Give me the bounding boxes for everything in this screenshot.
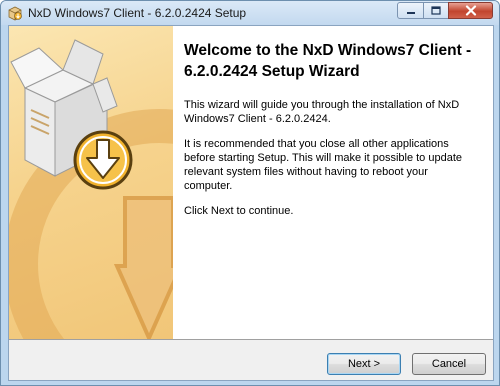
- installer-box-icon: [8, 6, 22, 21]
- wizard-side-panel: [9, 26, 173, 339]
- wizard-heading: Welcome to the NxD Windows7 Client - 6.2…: [184, 42, 472, 80]
- next-button[interactable]: Next >: [327, 353, 401, 375]
- close-icon: [465, 5, 476, 16]
- wizard-body: Welcome to the NxD Windows7 Client - 6.2…: [8, 25, 494, 381]
- caption-buttons: [397, 2, 493, 21]
- continue-instruction: Click Next to continue.: [184, 205, 294, 217]
- intro-paragraph: This wizard will guide you through the i…: [184, 99, 460, 125]
- window-title: NxD Windows7 Client - 6.2.0.2424 Setup: [28, 6, 247, 20]
- setup-window: NxD Windows7 Client - 6.2.0.2424 Setup W…: [0, 0, 500, 386]
- open-box-download-icon: [9, 39, 173, 339]
- maximize-icon: [431, 6, 441, 15]
- recommendation-paragraph: It is recommended that you close all oth…: [184, 138, 463, 192]
- maximize-button[interactable]: [423, 2, 449, 19]
- wizard-footer: Next > Cancel: [9, 340, 493, 380]
- minimize-button[interactable]: [397, 2, 424, 19]
- close-button[interactable]: [448, 2, 493, 19]
- cancel-button[interactable]: Cancel: [412, 353, 486, 375]
- minimize-icon: [406, 11, 415, 14]
- title-bar[interactable]: NxD Windows7 Client - 6.2.0.2424 Setup: [1, 1, 499, 25]
